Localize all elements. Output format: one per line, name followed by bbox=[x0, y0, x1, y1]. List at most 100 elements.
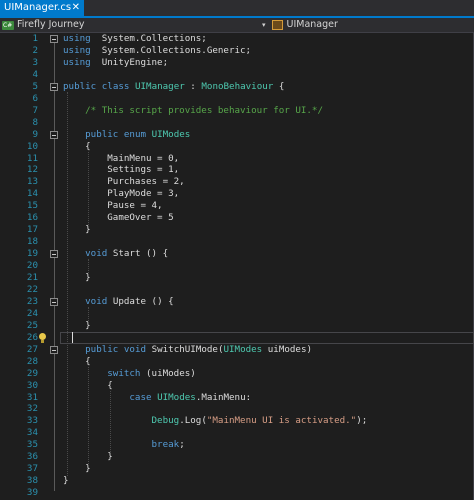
line-number: 39 bbox=[26, 487, 38, 499]
code-token: GameOver = 5 bbox=[63, 212, 174, 224]
code-line[interactable]: 14 PlayMode = 3, bbox=[0, 188, 474, 200]
code-line[interactable]: 10 { bbox=[0, 141, 474, 153]
code-line[interactable]: 6 bbox=[0, 93, 474, 105]
code-text: void Update () { bbox=[63, 296, 174, 308]
code-token: Pause = 4, bbox=[63, 200, 163, 212]
code-text: break; bbox=[63, 439, 185, 451]
code-token: } bbox=[63, 451, 113, 463]
code-token: UIModes bbox=[157, 391, 196, 403]
code-line[interactable]: 36 } bbox=[0, 451, 474, 463]
line-number: 29 bbox=[26, 367, 38, 379]
code-line[interactable]: 39 bbox=[0, 487, 474, 499]
close-icon[interactable]: ✕ bbox=[72, 0, 80, 16]
line-number: 8 bbox=[32, 116, 38, 128]
code-line[interactable]: 23 void Update () { bbox=[0, 296, 474, 308]
line-number: 37 bbox=[26, 463, 38, 475]
line-number: 21 bbox=[26, 272, 38, 283]
code-line[interactable]: 3 using UnityEngine; bbox=[0, 57, 474, 69]
line-number: 16 bbox=[26, 212, 38, 224]
code-token: class bbox=[101, 80, 130, 92]
line-number: 22 bbox=[26, 283, 38, 295]
code-editor[interactable]: 1 using System.Collections; 2 using System.… bbox=[0, 33, 474, 500]
code-token: Settings = 1, bbox=[63, 164, 180, 176]
code-line[interactable]: 4 bbox=[0, 69, 474, 81]
code-line[interactable]: 1 using System.Collections; bbox=[0, 33, 474, 45]
code-line[interactable]: 18 bbox=[0, 236, 474, 248]
code-line[interactable]: 20 bbox=[0, 260, 474, 272]
code-line[interactable]: 24 bbox=[0, 308, 474, 320]
code-line[interactable]: 34 bbox=[0, 427, 474, 439]
code-token: using bbox=[63, 33, 91, 44]
code-text: using System.Collections.Generic; bbox=[63, 45, 251, 57]
csharp-project-icon bbox=[2, 19, 14, 33]
code-text: } bbox=[63, 272, 91, 284]
code-line[interactable]: 32 bbox=[0, 403, 474, 415]
code-token: void bbox=[123, 343, 147, 355]
code-token: UIManager bbox=[134, 80, 185, 92]
code-token: case bbox=[129, 391, 152, 403]
member-name: UIManager bbox=[286, 19, 338, 30]
code-token: } bbox=[63, 224, 91, 236]
code-text: } bbox=[63, 475, 69, 487]
class-icon bbox=[271, 20, 283, 30]
code-line[interactable]: 7 /* This script provides behaviour for … bbox=[0, 105, 474, 117]
line-number: 36 bbox=[26, 451, 38, 463]
code-line[interactable]: 13 Purchases = 2, bbox=[0, 176, 474, 188]
code-text: Settings = 1, bbox=[63, 164, 179, 176]
line-number: 23 bbox=[26, 295, 38, 307]
code-line[interactable]: 21 } bbox=[0, 272, 474, 284]
code-token: (uiModes) bbox=[140, 367, 196, 379]
code-line[interactable]: 28 { bbox=[0, 356, 474, 368]
code-line[interactable]: 35 break; bbox=[0, 439, 474, 451]
code-line[interactable]: 17 } bbox=[0, 224, 474, 236]
code-line[interactable]: 38} bbox=[0, 475, 474, 487]
line-number: 19 bbox=[26, 248, 38, 260]
code-text: } bbox=[63, 224, 91, 236]
code-line[interactable]: 9 public enum UIModes bbox=[0, 129, 474, 141]
code-line[interactable]: 22 bbox=[0, 284, 474, 296]
code-line[interactable]: 30 { bbox=[0, 380, 474, 392]
code-line[interactable]: 31 case UIModes.MainMenu: bbox=[0, 392, 474, 404]
line-number: 27 bbox=[26, 343, 38, 355]
line-number: 6 bbox=[32, 92, 38, 104]
code-line[interactable]: 11 MainMenu = 0, bbox=[0, 153, 474, 165]
code-token: MonoBehaviour bbox=[201, 80, 274, 92]
code-line[interactable]: 5 public class UIManager : MonoBehaviour … bbox=[0, 81, 474, 93]
line-number: 34 bbox=[26, 427, 38, 439]
line-number: 9 bbox=[32, 128, 38, 140]
code-line[interactable]: 8 bbox=[0, 117, 474, 129]
line-number: 20 bbox=[26, 260, 38, 272]
code-line[interactable]: 26 bbox=[0, 332, 474, 344]
code-line[interactable]: 15 Pause = 4, bbox=[0, 200, 474, 212]
tab-bar: UIManager.cs ✕ bbox=[0, 0, 474, 18]
code-text: case UIModes.MainMenu: bbox=[63, 392, 251, 404]
code-line[interactable]: 27 public void SwitchUIMode(UIModes uiMo… bbox=[0, 344, 474, 356]
project-name: Firefly Journey bbox=[17, 19, 85, 30]
code-token: } bbox=[63, 319, 91, 331]
line-number: 25 bbox=[26, 319, 38, 331]
line-number: 14 bbox=[26, 188, 38, 200]
code-token: void bbox=[85, 295, 108, 307]
code-line[interactable]: 29 switch (uiModes) bbox=[0, 368, 474, 380]
line-number: 26 bbox=[26, 331, 38, 343]
code-line[interactable]: 33 Debug.Log("MainMenu UI is activated."… bbox=[0, 415, 474, 427]
code-line[interactable]: 12 Settings = 1, bbox=[0, 164, 474, 176]
code-token: UIModes bbox=[223, 343, 263, 355]
code-text: public class UIManager : MonoBehaviour { bbox=[63, 81, 284, 93]
code-line[interactable]: 2 using System.Collections.Generic; bbox=[0, 45, 474, 57]
code-line[interactable]: 37 } bbox=[0, 463, 474, 475]
code-text: } bbox=[63, 320, 91, 332]
project-dropdown[interactable]: Firefly Journey bbox=[2, 18, 85, 33]
tab-uimanager[interactable]: UIManager.cs ✕ bbox=[0, 0, 84, 16]
code-line[interactable]: 25 } bbox=[0, 320, 474, 332]
code-token: "MainMenu UI is activated." bbox=[206, 415, 357, 427]
code-line[interactable]: 19 void Start () { bbox=[0, 248, 474, 260]
member-dropdown[interactable]: ▾ UIManager bbox=[262, 18, 338, 32]
code-token: void bbox=[85, 248, 108, 260]
code-line[interactable]: 16 GameOver = 5 bbox=[0, 212, 474, 224]
code-token: switch bbox=[107, 367, 141, 379]
